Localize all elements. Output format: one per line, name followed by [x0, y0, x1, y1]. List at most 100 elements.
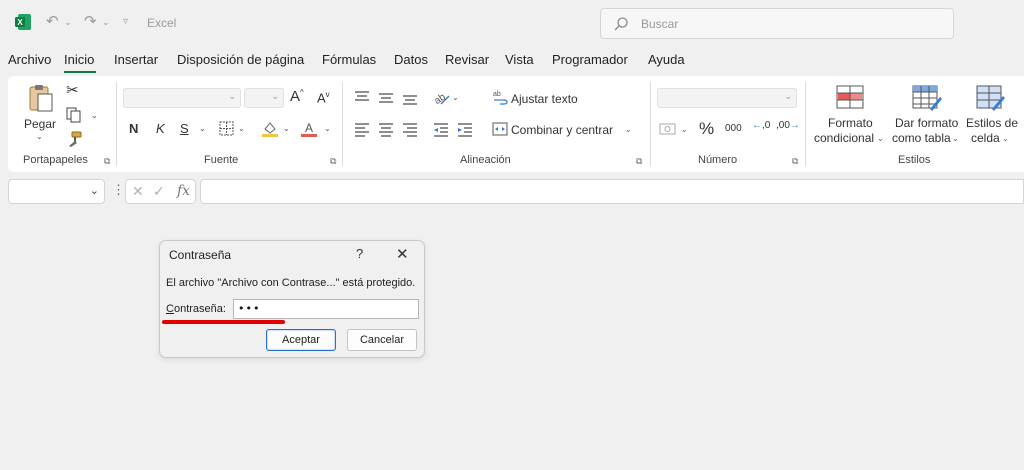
paste-label[interactable]: Pegar: [24, 117, 56, 131]
confirm-entry-icon[interactable]: ✓: [153, 183, 165, 200]
ok-button[interactable]: Aceptar: [266, 329, 336, 351]
paste-icon[interactable]: [28, 83, 54, 113]
insert-function-icon[interactable]: fx: [177, 183, 190, 199]
password-label: Contraseña:: [166, 303, 226, 315]
tab-revisar[interactable]: Revisar: [445, 52, 489, 67]
accounting-dropdown-icon[interactable]: ⌄: [681, 125, 688, 134]
protected-message: El archivo "Archivo con Contrase..." est…: [166, 277, 416, 289]
chevron-down-icon: ⌄: [228, 91, 236, 101]
cancel-button[interactable]: Cancelar: [347, 329, 417, 351]
tab-insertar[interactable]: Insertar: [114, 52, 158, 67]
merge-center-icon[interactable]: [492, 121, 508, 137]
formula-input[interactable]: [200, 179, 1024, 204]
format-as-table-line2[interactable]: como tabla: [892, 131, 951, 145]
merge-dropdown-icon[interactable]: ⌄: [625, 125, 632, 134]
redo-dropdown-icon[interactable]: ⌄: [102, 17, 110, 28]
cell-styles-line1[interactable]: Estilos de: [966, 116, 1018, 130]
paste-dropdown-icon[interactable]: ⌄: [36, 132, 43, 141]
shrink-font-icon: A: [317, 90, 326, 106]
format-as-table-dropdown-icon[interactable]: ⌄: [952, 134, 959, 143]
underline-dropdown-icon[interactable]: ⌄: [199, 124, 206, 133]
borders-icon[interactable]: [219, 121, 234, 136]
increase-decimal-button[interactable]: ←,0: [752, 120, 770, 131]
cut-icon[interactable]: ✂: [66, 81, 79, 99]
svg-text:A: A: [305, 121, 313, 135]
conditional-formatting-line1[interactable]: Formato: [828, 116, 873, 130]
excel-logo-icon: X: [15, 14, 31, 30]
password-field[interactable]: •••: [233, 299, 419, 319]
fill-color-icon[interactable]: [261, 120, 279, 138]
accounting-format-icon[interactable]: [659, 122, 679, 136]
italic-button[interactable]: K: [156, 121, 165, 136]
conditional-formatting-dropdown-icon[interactable]: ⌄: [877, 134, 884, 143]
tab-ayuda[interactable]: Ayuda: [648, 52, 685, 67]
name-box[interactable]: ⌄: [8, 179, 105, 204]
format-as-table-line1[interactable]: Dar formato: [895, 116, 958, 130]
help-icon[interactable]: ?: [356, 246, 363, 261]
tab-programador[interactable]: Programador: [552, 52, 628, 67]
search-box[interactable]: Buscar: [600, 8, 954, 39]
fill-color-dropdown-icon[interactable]: ⌄: [283, 124, 290, 133]
font-color-dropdown-icon[interactable]: ⌄: [324, 124, 331, 133]
merge-center-button[interactable]: Combinar y centrar: [511, 123, 613, 137]
more-options-icon[interactable]: ⋮: [112, 182, 125, 198]
increase-decimal-label: ,0: [762, 120, 771, 131]
password-label-text: ontraseña:: [173, 303, 226, 315]
font-size-select[interactable]: ⌄: [244, 88, 284, 108]
vertical-align-icons[interactable]: [354, 90, 424, 106]
orientation-icon[interactable]: ab: [431, 87, 451, 107]
grow-font-button[interactable]: A^: [290, 88, 304, 105]
active-tab-indicator: [64, 71, 96, 73]
cell-styles-line2[interactable]: celda: [971, 131, 1000, 145]
font-color-icon[interactable]: A: [300, 120, 318, 138]
conditional-formatting-icon[interactable]: [836, 85, 864, 109]
bold-button[interactable]: N: [129, 121, 138, 136]
formula-controls: ✕ ✓ fx: [125, 179, 196, 204]
ribbon: Pegar ⌄ ✂ ⌄ Portapapeles ⧉ ⌄ ⌄ A^ Av N K…: [8, 76, 1024, 172]
format-painter-icon[interactable]: [66, 131, 82, 147]
format-as-table-icon[interactable]: [912, 85, 942, 111]
tab-disposicion[interactable]: Disposición de página: [177, 52, 304, 67]
customize-qat-icon[interactable]: ▿: [123, 16, 128, 27]
cell-styles-icon[interactable]: [976, 85, 1006, 111]
divider: [650, 82, 651, 166]
divider: [342, 82, 343, 166]
underline-button[interactable]: S: [180, 121, 189, 136]
horizontal-align-icons[interactable]: [354, 121, 472, 137]
tab-vista[interactable]: Vista: [505, 52, 534, 67]
thousands-button[interactable]: 000: [725, 123, 742, 134]
undo-icon[interactable]: ↶: [46, 12, 59, 30]
divider: [805, 82, 806, 166]
undo-dropdown-icon[interactable]: ⌄: [64, 17, 72, 28]
number-launcher-icon[interactable]: ⧉: [792, 156, 798, 167]
red-annotation-underline: [162, 320, 285, 324]
wrap-text-icon[interactable]: ab: [492, 89, 508, 105]
number-format-select[interactable]: ⌄: [657, 88, 797, 108]
wrap-text-button[interactable]: Ajustar texto: [511, 92, 578, 106]
conditional-formatting-line2[interactable]: condicional: [814, 131, 874, 145]
alignment-launcher-icon[interactable]: ⧉: [636, 156, 642, 167]
percent-button[interactable]: %: [699, 119, 714, 139]
shrink-font-button[interactable]: Av: [317, 90, 330, 105]
close-icon[interactable]: ✕: [396, 245, 409, 263]
search-placeholder: Buscar: [641, 17, 679, 31]
styles-group-label: Estilos: [898, 154, 931, 166]
orientation-dropdown-icon[interactable]: ⌄: [452, 93, 459, 102]
copy-dropdown-icon[interactable]: ⌄: [91, 111, 98, 120]
decrease-decimal-button[interactable]: ,00→: [776, 120, 800, 131]
app-title: Excel: [147, 16, 177, 30]
redo-icon[interactable]: ↷: [84, 12, 97, 30]
decrease-decimal-label: ,00: [776, 120, 790, 131]
font-launcher-icon[interactable]: ⧉: [330, 156, 336, 167]
copy-icon[interactable]: [66, 107, 82, 123]
cancel-entry-icon[interactable]: ✕: [132, 183, 144, 200]
tab-archivo[interactable]: Archivo: [8, 52, 51, 67]
tab-formulas[interactable]: Fórmulas: [322, 52, 376, 67]
cell-styles-dropdown-icon[interactable]: ⌄: [1002, 134, 1009, 143]
font-name-select[interactable]: ⌄: [123, 88, 241, 108]
ribbon-tabs: Archivo Inicio Insertar Disposición de p…: [0, 52, 1024, 74]
borders-dropdown-icon[interactable]: ⌄: [238, 124, 245, 133]
tab-datos[interactable]: Datos: [394, 52, 428, 67]
clipboard-launcher-icon[interactable]: ⧉: [104, 156, 110, 167]
tab-inicio[interactable]: Inicio: [64, 52, 94, 67]
